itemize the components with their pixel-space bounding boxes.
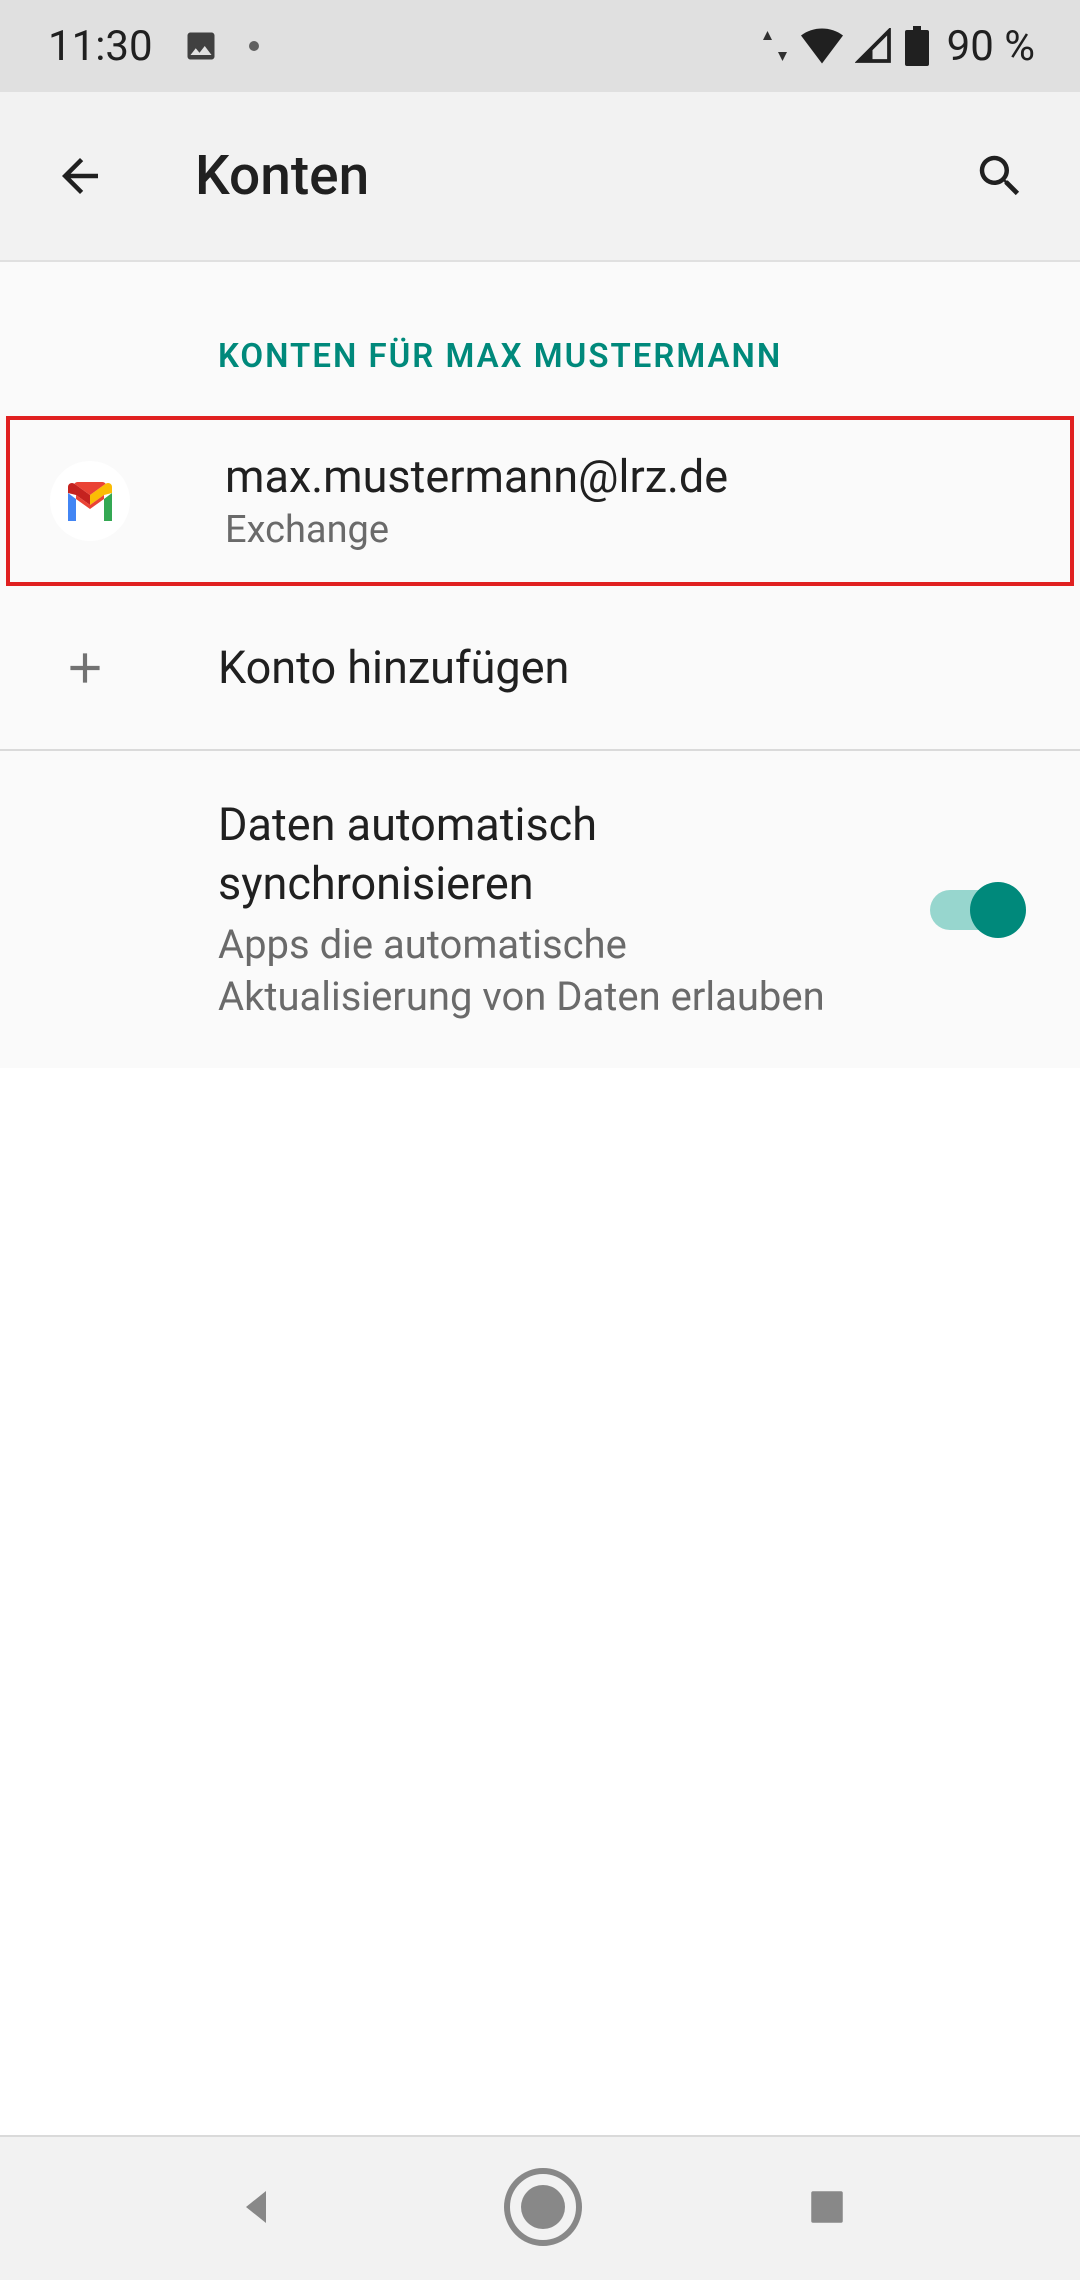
- search-button[interactable]: [960, 136, 1040, 216]
- status-bar: 11:30 90 %: [0, 0, 1080, 92]
- account-email: max.mustermann@lrz.de: [225, 450, 728, 504]
- circle-home-icon: [503, 2167, 583, 2247]
- sync-subtitle: Apps die automatische Aktualisierung von…: [218, 919, 890, 1023]
- back-button[interactable]: [40, 136, 120, 216]
- sync-toggle[interactable]: [930, 890, 1020, 930]
- gmail-icon: [50, 461, 130, 541]
- nav-home-button[interactable]: [503, 2167, 583, 2251]
- notification-dot-icon: [249, 41, 259, 51]
- app-bar: Konten: [0, 92, 1080, 262]
- search-icon: [973, 149, 1027, 203]
- battery-icon: [905, 26, 929, 66]
- plus-icon: [60, 643, 110, 693]
- triangle-back-icon: [232, 2183, 280, 2231]
- section-header: Konten für Max Mustermann: [0, 262, 1080, 416]
- account-item-exchange[interactable]: max.mustermann@lrz.de Exchange: [6, 416, 1074, 586]
- wifi-icon: [801, 28, 843, 64]
- account-type: Exchange: [225, 508, 728, 552]
- signal-icon: [855, 28, 893, 64]
- nav-back-button[interactable]: [232, 2183, 280, 2235]
- add-account-button[interactable]: Konto hinzufügen: [0, 586, 1080, 749]
- nav-recents-button[interactable]: [806, 2186, 848, 2232]
- navigation-bar: [0, 2135, 1080, 2280]
- add-account-label: Konto hinzufügen: [218, 641, 569, 694]
- content-area: Konten für Max Mustermann max.mustermann…: [0, 262, 1080, 1068]
- image-notification-icon: [183, 28, 219, 64]
- switch-thumb: [970, 882, 1026, 938]
- square-recents-icon: [806, 2186, 848, 2228]
- data-transfer-icon: [761, 28, 789, 64]
- page-title: Konten: [195, 144, 960, 208]
- sync-title: Daten automatisch synchronisieren: [218, 796, 890, 913]
- status-time: 11:30: [48, 22, 153, 71]
- auto-sync-setting[interactable]: Daten automatisch synchronisieren Apps d…: [0, 751, 1080, 1068]
- battery-percent: 90 %: [947, 22, 1035, 71]
- arrow-left-icon: [53, 149, 107, 203]
